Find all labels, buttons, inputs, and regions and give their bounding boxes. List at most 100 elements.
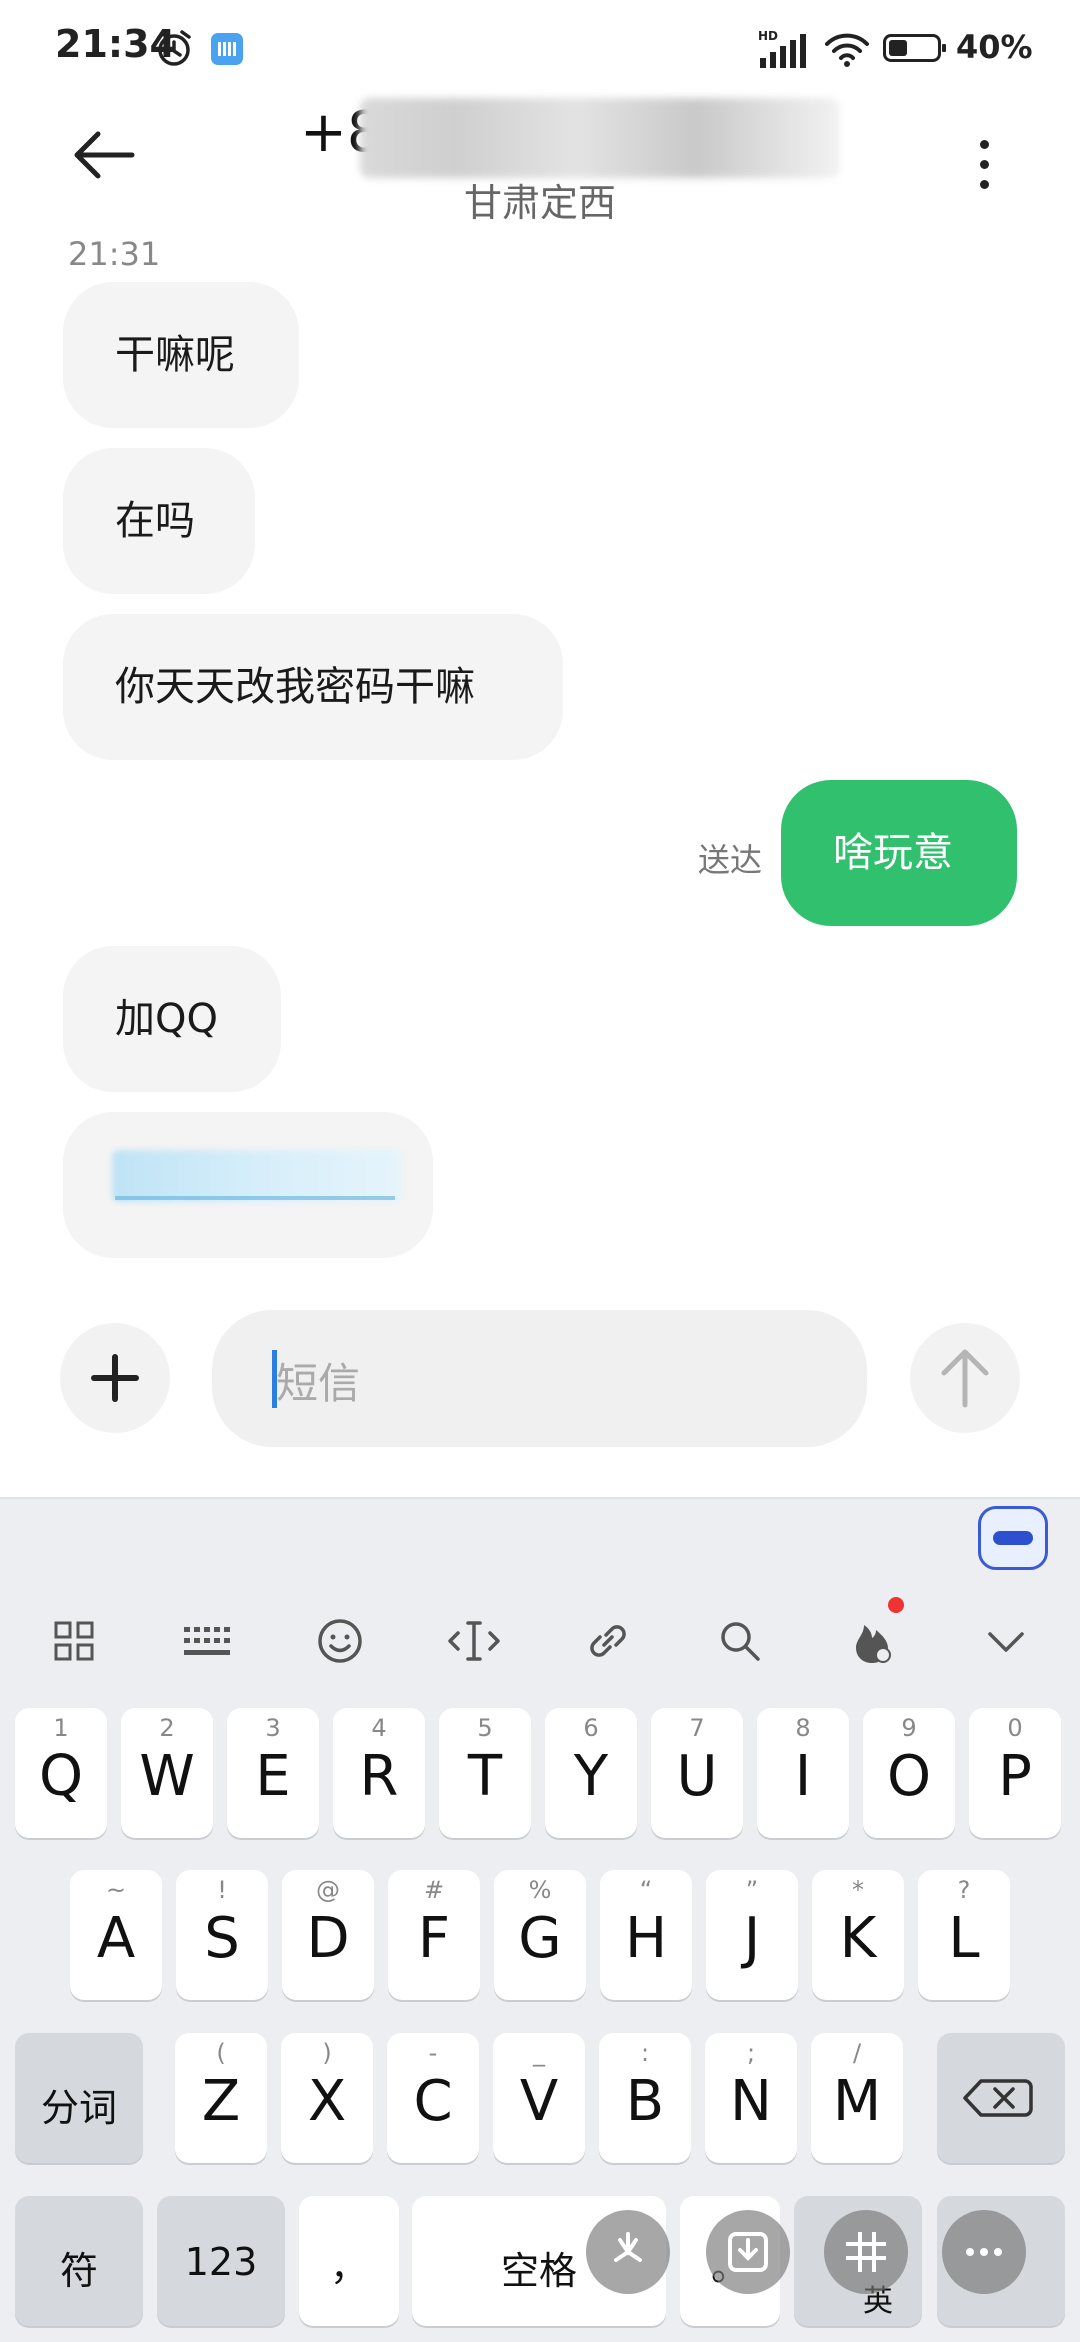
chevron-down-icon[interactable]	[976, 1611, 1036, 1671]
key-secondary-label: ;	[746, 2039, 756, 2067]
key-secondary-label: “	[639, 1876, 653, 1904]
key-label: A	[96, 1906, 136, 1971]
key-label: L	[948, 1906, 980, 1971]
keyboard-layout-icon[interactable]	[178, 1611, 238, 1671]
number-key[interactable]: 123	[157, 2196, 285, 2326]
grid-icon[interactable]	[44, 1611, 104, 1671]
received-message[interactable]: 在吗	[63, 448, 255, 594]
key-t[interactable]: 5T	[439, 1708, 531, 1838]
key-label: T	[467, 1744, 503, 1809]
key-d[interactable]: @ D	[282, 1870, 374, 2000]
alarm-icon	[157, 30, 191, 66]
attach-button[interactable]	[60, 1323, 170, 1433]
key-secondary-label: /	[852, 2039, 862, 2067]
key-secondary-label: ~	[105, 1876, 127, 1904]
link-icon[interactable]	[578, 1611, 638, 1671]
key-e[interactable]: 3E	[227, 1708, 319, 1838]
key-label: D	[306, 1906, 350, 1971]
key-y[interactable]: 6Y	[545, 1708, 637, 1838]
more-options-icon[interactable]	[980, 140, 989, 200]
redacted-link	[112, 1150, 402, 1202]
key-label: I	[794, 1744, 812, 1809]
key-secondary-label: _	[533, 2039, 545, 2067]
key-secondary-label: 3	[265, 1714, 281, 1742]
cursor-move-icon[interactable]	[444, 1611, 504, 1671]
key-q[interactable]: 1Q	[15, 1708, 107, 1838]
key-f[interactable]: # F	[388, 1870, 480, 2000]
key-label: Q	[38, 1744, 84, 1809]
floating-menu-button[interactable]	[586, 2210, 670, 2294]
key-j[interactable]: ” J	[706, 1870, 798, 2000]
key-m[interactable]: / M	[811, 2033, 903, 2163]
key-k[interactable]: * K	[812, 1870, 904, 2000]
key-a[interactable]: ~ A	[70, 1870, 162, 2000]
key-x[interactable]: ) X	[281, 2033, 373, 2163]
sent-message[interactable]: 啥玩意	[781, 780, 1017, 926]
key-i[interactable]: 8I	[757, 1708, 849, 1838]
received-message[interactable]: 干嘛呢	[63, 282, 299, 428]
key-r[interactable]: 4R	[333, 1708, 425, 1838]
key-label: M	[832, 2069, 882, 2134]
sparkle-icon	[614, 2232, 642, 2262]
message-timestamp: 21:31	[68, 235, 161, 273]
key-label: R	[359, 1744, 399, 1809]
emoji-icon[interactable]	[310, 1611, 370, 1671]
up-arrow-icon	[941, 1349, 989, 1408]
key-g[interactable]: % G	[494, 1870, 586, 2000]
backspace-key[interactable]	[937, 2033, 1065, 2163]
key-secondary-label: (	[216, 2039, 226, 2067]
received-message[interactable]: 加QQ	[63, 946, 281, 1092]
key-secondary-label: ”	[745, 1876, 759, 1904]
key-secondary-label: 0	[1007, 1714, 1023, 1742]
key-label: B	[625, 2069, 665, 2134]
key-c[interactable]: -C	[387, 2033, 479, 2163]
more-dots-icon	[966, 2248, 1002, 2256]
delivery-status: 送达	[698, 841, 763, 879]
key-b[interactable]: :B	[599, 2033, 691, 2163]
key-label: S	[204, 1906, 240, 1971]
key-secondary-label: 9	[901, 1714, 917, 1742]
comma-key[interactable]: ，	[299, 2196, 399, 2326]
key-secondary-label: ?	[957, 1876, 971, 1904]
search-icon[interactable]	[710, 1611, 770, 1671]
key-o[interactable]: 9O	[863, 1708, 955, 1838]
key-secondary-label: 8	[795, 1714, 811, 1742]
key-n[interactable]: ; N	[705, 2033, 797, 2163]
key-label: O	[886, 1744, 932, 1809]
symbol-key[interactable]: 符	[15, 2196, 143, 2326]
key-w[interactable]: 2W	[121, 1708, 213, 1838]
hot-flame-icon[interactable]	[842, 1611, 902, 1671]
link-underline	[115, 1196, 395, 1200]
key-secondary-label: -	[428, 2039, 438, 2067]
send-button[interactable]	[910, 1323, 1020, 1433]
key-secondary-label: 4	[371, 1714, 387, 1742]
key-secondary-label: :	[640, 2039, 650, 2067]
key-u[interactable]: 7U	[651, 1708, 743, 1838]
key-p[interactable]: 0P	[969, 1708, 1061, 1838]
key-label: W	[139, 1744, 195, 1809]
signal-icon	[760, 34, 806, 68]
key-v[interactable]: _ V	[493, 2033, 585, 2163]
key-secondary-label: %	[528, 1876, 552, 1904]
assistant-robot-icon[interactable]	[978, 1506, 1048, 1570]
battery-percent: 40%	[956, 28, 1033, 66]
app-notification-icon	[211, 33, 243, 65]
floating-more-button[interactable]	[942, 2210, 1026, 2294]
key-label: Z	[201, 2069, 241, 2134]
floating-save-button[interactable]	[706, 2210, 790, 2294]
key-z[interactable]: (Z	[175, 2033, 267, 2163]
key-label: J	[743, 1906, 761, 1971]
key-secondary-label: 7	[689, 1714, 705, 1742]
redacted-number	[360, 98, 840, 178]
key-s[interactable]: ! S	[176, 1870, 268, 2000]
wifi-icon	[825, 33, 869, 67]
key-secondary-label: *	[852, 1876, 864, 1904]
floating-grid-button[interactable]	[824, 2210, 908, 2294]
key-h[interactable]: “H	[600, 1870, 692, 2000]
key-secondary-label: 1	[53, 1714, 69, 1742]
key-l[interactable]: ? L	[918, 1870, 1010, 2000]
key-label: X	[307, 2069, 347, 2134]
key-label: E	[255, 1744, 291, 1809]
segment-key[interactable]: 分词	[15, 2033, 143, 2163]
received-message[interactable]: 你天天改我密码干嘛	[63, 614, 563, 760]
